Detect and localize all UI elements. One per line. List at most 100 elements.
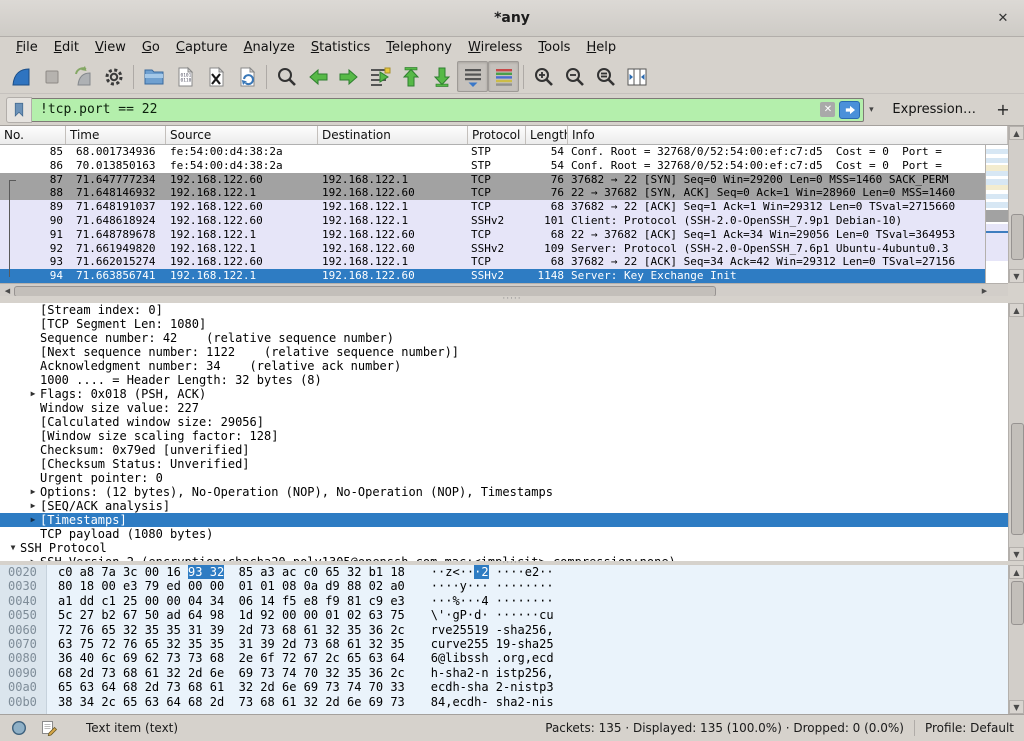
capture-options-button[interactable] <box>98 61 129 92</box>
go-forward-button[interactable] <box>333 61 364 92</box>
open-file-button[interactable] <box>138 61 169 92</box>
hex-vscrollbar[interactable]: ▲ ▼ <box>1008 565 1024 714</box>
scroll-down-button[interactable]: ▼ <box>1009 269 1024 283</box>
column-header-destination[interactable]: Destination <box>318 126 468 144</box>
hex-row[interactable]: 006072 76 65 32 35 35 31 39 2d 73 68 61 … <box>0 623 1008 637</box>
stop-capture-button[interactable] <box>36 61 67 92</box>
scroll-thumb[interactable] <box>1011 581 1024 625</box>
detail-line[interactable]: Checksum: 0x79ed [unverified] <box>0 443 1008 457</box>
packet-row-87[interactable]: 8771.647777234192.168.122.60192.168.122.… <box>0 173 985 187</box>
menu-edit[interactable]: Edit <box>46 38 87 58</box>
hex-row[interactable]: 00b038 34 2c 65 63 64 68 2d 73 68 61 32 … <box>0 695 1008 709</box>
column-header-protocol[interactable]: Protocol <box>468 126 526 144</box>
packet-list-minimap[interactable] <box>985 145 1009 283</box>
column-header-no[interactable]: No. <box>0 126 66 144</box>
column-header-source[interactable]: Source <box>166 126 318 144</box>
close-file-button[interactable] <box>200 61 231 92</box>
hex-row[interactable]: 0040a1 dd c1 25 00 00 04 34 06 14 f5 e8 … <box>0 594 1008 608</box>
expander-icon[interactable]: ▶ <box>26 499 40 513</box>
detail-line[interactable]: Window size value: 227 <box>0 401 1008 415</box>
scroll-down-button[interactable]: ▼ <box>1009 700 1024 714</box>
reload-file-button[interactable] <box>231 61 262 92</box>
menu-help[interactable]: Help <box>578 38 624 58</box>
expander-icon[interactable]: ▼ <box>6 541 20 555</box>
detail-line[interactable]: ▶[Timestamps] <box>0 513 1008 527</box>
packet-row-85[interactable]: 8568.001734936fe:54:00:d4:38:2aSTP54Conf… <box>0 145 985 159</box>
detail-line[interactable]: [Calculated window size: 29056] <box>0 415 1008 429</box>
menu-analyze[interactable]: Analyze <box>236 38 303 58</box>
menu-capture[interactable]: Capture <box>168 38 236 58</box>
expander-icon[interactable]: ▶ <box>26 485 40 499</box>
filter-apply-button[interactable] <box>839 101 860 119</box>
auto-scroll-button[interactable] <box>457 61 488 92</box>
go-to-packet-button[interactable] <box>364 61 395 92</box>
go-last-button[interactable] <box>426 61 457 92</box>
scroll-thumb[interactable] <box>1011 214 1024 260</box>
column-header-length[interactable]: Length <box>526 126 568 144</box>
go-back-button[interactable] <box>302 61 333 92</box>
expander-icon[interactable]: ▶ <box>26 513 40 527</box>
detail-line[interactable]: Sequence number: 42 (relative sequence n… <box>0 331 1008 345</box>
hex-row[interactable]: 008036 40 6c 69 62 73 73 68 2e 6f 72 67 … <box>0 651 1008 665</box>
go-first-button[interactable] <box>395 61 426 92</box>
scroll-thumb[interactable] <box>1011 423 1024 535</box>
packet-row-90[interactable]: 9071.648618924192.168.122.60192.168.122.… <box>0 214 985 228</box>
hex-row[interactable]: 007063 75 72 76 65 32 35 35 31 39 2d 73 … <box>0 637 1008 651</box>
zoom-original-button[interactable] <box>590 61 621 92</box>
detail-line[interactable]: [Stream index: 0] <box>0 303 1008 317</box>
detail-line[interactable]: ▶Options: (12 bytes), No-Operation (NOP)… <box>0 485 1008 499</box>
menu-tools[interactable]: Tools <box>530 38 578 58</box>
packet-row-86[interactable]: 8670.013850163fe:54:00:d4:38:2aSTP54Conf… <box>0 159 985 173</box>
window-close-button[interactable]: ✕ <box>994 9 1012 27</box>
filter-bookmark-button[interactable] <box>6 97 32 123</box>
hex-row[interactable]: 0020c0 a8 7a 3c 00 16 93 32 85 a3 ac c0 … <box>0 565 1008 579</box>
packet-row-93[interactable]: 9371.662015274192.168.122.60192.168.122.… <box>0 255 985 269</box>
details-vscrollbar[interactable]: ▲ ▼ <box>1008 303 1024 561</box>
hex-row[interactable]: 009068 2d 73 68 61 32 2d 6e 69 73 74 70 … <box>0 666 1008 680</box>
zoom-in-button[interactable] <box>528 61 559 92</box>
packet-list-vscrollbar[interactable]: ▲ ▼ <box>1008 126 1024 283</box>
save-file-button[interactable]: 01010110 <box>169 61 200 92</box>
detail-line[interactable]: ▶Flags: 0x018 (PSH, ACK) <box>0 387 1008 401</box>
detail-line[interactable]: ▶[SEQ/ACK analysis] <box>0 499 1008 513</box>
detail-line[interactable]: [TCP Segment Len: 1080] <box>0 317 1008 331</box>
menu-wireless[interactable]: Wireless <box>460 38 530 58</box>
detail-line[interactable]: TCP payload (1080 bytes) <box>0 527 1008 541</box>
expert-info-button[interactable] <box>10 719 28 737</box>
scroll-down-button[interactable]: ▼ <box>1009 547 1024 561</box>
detail-line[interactable]: [Next sequence number: 1122 (relative se… <box>0 345 1008 359</box>
resize-columns-button[interactable] <box>621 61 652 92</box>
zoom-out-button[interactable] <box>559 61 590 92</box>
detail-line[interactable]: ▼SSH Protocol <box>0 541 1008 555</box>
scroll-up-button[interactable]: ▲ <box>1009 303 1024 317</box>
packet-row-91[interactable]: 9171.648789678192.168.122.1192.168.122.6… <box>0 228 985 242</box>
scroll-left-button[interactable]: ◀ <box>1 285 14 296</box>
packet-row-88[interactable]: 8871.648146932192.168.122.1192.168.122.6… <box>0 186 985 200</box>
colorize-button[interactable] <box>488 61 519 92</box>
menu-go[interactable]: Go <box>134 38 168 58</box>
packet-row-89[interactable]: 8971.648191037192.168.122.60192.168.122.… <box>0 200 985 214</box>
menu-telephony[interactable]: Telephony <box>378 38 460 58</box>
menu-file[interactable]: File <box>8 38 46 58</box>
hex-row[interactable]: 00505c 27 b2 67 50 ad 64 98 1d 92 00 00 … <box>0 608 1008 622</box>
packet-row-92[interactable]: 9271.661949820192.168.122.1192.168.122.6… <box>0 242 985 256</box>
detail-line[interactable]: Urgent pointer: 0 <box>0 471 1008 485</box>
capture-comment-button[interactable] <box>40 719 58 737</box>
filter-history-dropdown[interactable]: ▾ <box>864 105 878 115</box>
detail-line[interactable]: [Checksum Status: Unverified] <box>0 457 1008 471</box>
detail-line[interactable]: 1000 .... = Header Length: 32 bytes (8) <box>0 373 1008 387</box>
column-header-info[interactable]: Info <box>568 126 1008 144</box>
hex-row[interactable]: 00a065 63 64 68 2d 73 68 61 32 2d 6e 69 … <box>0 680 1008 694</box>
expander-icon[interactable]: ▶ <box>26 387 40 401</box>
filter-clear-button[interactable]: ✕ <box>820 102 835 117</box>
display-filter-input[interactable] <box>35 102 820 117</box>
find-packet-button[interactable] <box>271 61 302 92</box>
restart-capture-button[interactable] <box>67 61 98 92</box>
start-capture-button[interactable] <box>5 61 36 92</box>
menu-statistics[interactable]: Statistics <box>303 38 378 58</box>
filter-add-button[interactable]: + <box>994 100 1012 119</box>
scroll-up-button[interactable]: ▲ <box>1009 565 1024 579</box>
scroll-up-button[interactable]: ▲ <box>1009 126 1024 140</box>
detail-line[interactable]: [Window size scaling factor: 128] <box>0 429 1008 443</box>
expression-button[interactable]: Expression… <box>892 102 976 117</box>
